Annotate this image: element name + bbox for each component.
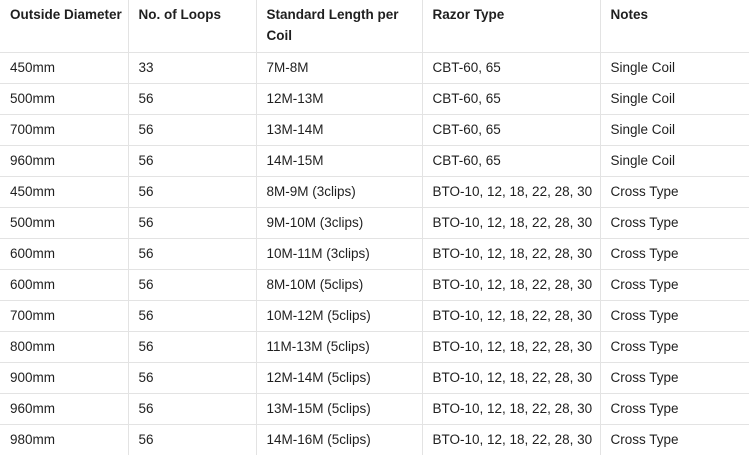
header-row: Outside Diameter No. of Loops Standard L… xyxy=(0,0,749,53)
cell-standard-length: 12M-13M xyxy=(256,83,423,115)
header-razor-type: Razor Type xyxy=(422,0,601,53)
cell-razor-type: CBT-60, 65 xyxy=(422,145,601,177)
table-header: Outside Diameter No. of Loops Standard L… xyxy=(0,0,749,53)
cell-standard-length: 10M-11M (3clips) xyxy=(256,238,423,270)
table-row: 900mm 56 12M-14M (5clips) BTO-10, 12, 18, 2… xyxy=(0,362,749,394)
cell-outside-diameter: 800mm xyxy=(0,331,129,363)
cell-outside-diameter: 500mm xyxy=(0,83,129,115)
table-row: 450mm 56 8M-9M (3clips) BTO-10, 12, 18, 22,… xyxy=(0,176,749,208)
cell-notes: Cross Type xyxy=(600,300,749,332)
cell-notes: Cross Type xyxy=(600,331,749,363)
cell-standard-length: 14M-15M xyxy=(256,145,423,177)
cell-outside-diameter: 960mm xyxy=(0,145,129,177)
cell-razor-type: BTO-10, 12, 18, 22, 28, 30 xyxy=(422,269,601,301)
cell-notes: Single Coil xyxy=(600,114,749,146)
cell-standard-length: 9M-10M (3clips) xyxy=(256,207,423,239)
cell-outside-diameter: 700mm xyxy=(0,300,129,332)
cell-no-of-loops: 56 xyxy=(128,83,257,115)
header-notes: Notes xyxy=(600,0,749,53)
cell-razor-type: BTO-10, 12, 18, 22, 28, 30 xyxy=(422,424,601,455)
table-row: 700mm 56 10M-12M (5clips) BTO-10, 12, 18, 2… xyxy=(0,300,749,332)
cell-no-of-loops: 33 xyxy=(128,52,257,84)
cell-razor-type: CBT-60, 65 xyxy=(422,83,601,115)
cell-outside-diameter: 980mm xyxy=(0,424,129,455)
cell-notes: Cross Type xyxy=(600,176,749,208)
cell-standard-length: 10M-12M (5clips) xyxy=(256,300,423,332)
cell-standard-length: 14M-16M (5clips) xyxy=(256,424,423,455)
header-outside-diameter: Outside Diameter xyxy=(0,0,129,53)
table-row: 980mm 56 14M-16M (5clips) BTO-10, 12, 18, 2… xyxy=(0,424,749,455)
cell-outside-diameter: 960mm xyxy=(0,393,129,425)
cell-razor-type: BTO-10, 12, 18, 22, 28, 30 xyxy=(422,300,601,332)
cell-standard-length: 11M-13M (5clips) xyxy=(256,331,423,363)
cell-standard-length: 13M-15M (5clips) xyxy=(256,393,423,425)
table-row: 800mm 56 11M-13M (5clips) BTO-10, 12, 18, 2… xyxy=(0,331,749,363)
cell-outside-diameter: 500mm xyxy=(0,207,129,239)
cell-outside-diameter: 450mm xyxy=(0,52,129,84)
cell-outside-diameter: 900mm xyxy=(0,362,129,394)
table-row: 960mm 56 13M-15M (5clips) BTO-10, 12, 18, 2… xyxy=(0,393,749,425)
cell-notes: Cross Type xyxy=(600,238,749,270)
cell-no-of-loops: 56 xyxy=(128,145,257,177)
specs-table: Outside Diameter No. of Loops Standard L… xyxy=(0,0,749,455)
header-standard-length: Standard Length per Coil xyxy=(256,0,423,53)
header-no-of-loops: No. of Loops xyxy=(128,0,257,53)
cell-outside-diameter: 600mm xyxy=(0,269,129,301)
table-row: 600mm 56 10M-11M (3clips) BTO-10, 12, 18, 2… xyxy=(0,238,749,270)
cell-no-of-loops: 56 xyxy=(128,424,257,455)
cell-no-of-loops: 56 xyxy=(128,362,257,394)
cell-no-of-loops: 56 xyxy=(128,207,257,239)
cell-notes: Cross Type xyxy=(600,393,749,425)
cell-notes: Cross Type xyxy=(600,362,749,394)
cell-razor-type: BTO-10, 12, 18, 22, 28, 30 xyxy=(422,362,601,394)
cell-no-of-loops: 56 xyxy=(128,393,257,425)
cell-razor-type: BTO-10, 12, 18, 22, 28, 30 xyxy=(422,176,601,208)
cell-notes: Cross Type xyxy=(600,207,749,239)
table-body: 450mm 33 7M-8M CBT-60, 65 Single Coil 500mm 56… xyxy=(0,52,749,455)
cell-no-of-loops: 56 xyxy=(128,238,257,270)
cell-notes: Cross Type xyxy=(600,424,749,455)
cell-no-of-loops: 56 xyxy=(128,269,257,301)
table-row: 700mm 56 13M-14M CBT-60, 65 Single Coil xyxy=(0,114,749,146)
table-row: 450mm 33 7M-8M CBT-60, 65 Single Coil xyxy=(0,52,749,84)
cell-razor-type: BTO-10, 12, 18, 22, 28, 30 xyxy=(422,207,601,239)
cell-no-of-loops: 56 xyxy=(128,300,257,332)
cell-standard-length: 12M-14M (5clips) xyxy=(256,362,423,394)
cell-razor-type: BTO-10, 12, 18, 22, 28, 30 xyxy=(422,238,601,270)
cell-notes: Single Coil xyxy=(600,83,749,115)
cell-standard-length: 8M-9M (3clips) xyxy=(256,176,423,208)
cell-razor-type: BTO-10, 12, 18, 22, 28, 30 xyxy=(422,331,601,363)
cell-outside-diameter: 450mm xyxy=(0,176,129,208)
table-row: 500mm 56 9M-10M (3clips) BTO-10, 12, 18, 22… xyxy=(0,207,749,239)
cell-no-of-loops: 56 xyxy=(128,114,257,146)
cell-standard-length: 13M-14M xyxy=(256,114,423,146)
cell-outside-diameter: 700mm xyxy=(0,114,129,146)
cell-notes: Cross Type xyxy=(600,269,749,301)
cell-standard-length: 7M-8M xyxy=(256,52,423,84)
cell-notes: Single Coil xyxy=(600,145,749,177)
cell-notes: Single Coil xyxy=(600,52,749,84)
table-row: 960mm 56 14M-15M CBT-60, 65 Single Coil xyxy=(0,145,749,177)
table-row: 500mm 56 12M-13M CBT-60, 65 Single Coil xyxy=(0,83,749,115)
table-row: 600mm 56 8M-10M (5clips) BTO-10, 12, 18, 22… xyxy=(0,269,749,301)
cell-no-of-loops: 56 xyxy=(128,331,257,363)
cell-razor-type: CBT-60, 65 xyxy=(422,52,601,84)
cell-no-of-loops: 56 xyxy=(128,176,257,208)
cell-standard-length: 8M-10M (5clips) xyxy=(256,269,423,301)
cell-razor-type: BTO-10, 12, 18, 22, 28, 30 xyxy=(422,393,601,425)
cell-razor-type: CBT-60, 65 xyxy=(422,114,601,146)
cell-outside-diameter: 600mm xyxy=(0,238,129,270)
